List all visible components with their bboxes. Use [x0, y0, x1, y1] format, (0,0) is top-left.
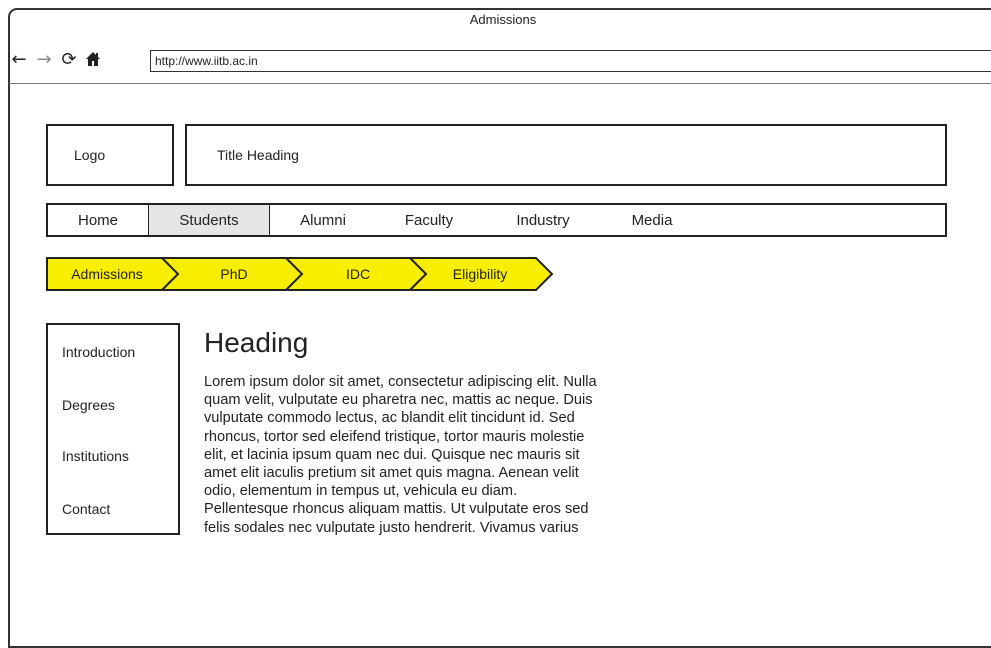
- sidenav-item-contact[interactable]: Contact: [62, 501, 110, 517]
- reload-icon[interactable]: ⟳: [58, 46, 80, 72]
- breadcrumb-item-idc[interactable]: IDC: [300, 257, 416, 291]
- sidenav-item-institutions[interactable]: Institutions: [62, 448, 129, 464]
- window-title: Admissions: [469, 12, 537, 27]
- body-line: Pellentesque rhoncus aliquam mattis. Ut …: [204, 501, 589, 518]
- breadcrumb-item-admissions[interactable]: Admissions: [46, 257, 168, 291]
- home-icon-glyph: [86, 52, 100, 66]
- forward-arrow-icon[interactable]: →: [33, 46, 55, 72]
- body-line: amet elit iaculis pretium sit amet quis …: [204, 465, 579, 482]
- sidenav-item-degrees[interactable]: Degrees: [62, 397, 115, 413]
- back-arrow-icon[interactable]: ←: [10, 46, 30, 72]
- body-line: quam velit, vulputate eu pharetra nec, m…: [204, 392, 593, 409]
- page-title: Title Heading: [185, 124, 947, 186]
- menu-item-alumni[interactable]: Alumni: [270, 205, 376, 235]
- menu-item-students[interactable]: Students: [148, 205, 270, 235]
- side-navigation: Introduction Degrees Institutions Contac…: [46, 323, 180, 535]
- breadcrumb: Admissions PhD IDC Eligibility: [46, 257, 566, 291]
- breadcrumb-item-eligibility[interactable]: Eligibility: [424, 257, 536, 291]
- breadcrumb-item-phd[interactable]: PhD: [176, 257, 292, 291]
- logo[interactable]: Logo: [46, 124, 174, 186]
- page: VENUE Admissions ← → ⟳ http://www.iitb.a…: [0, 0, 991, 648]
- toolbar-divider: [9, 83, 991, 84]
- content-body: Lorem ipsum dolor sit amet, consectetur …: [204, 373, 704, 537]
- menu-item-media[interactable]: Media: [604, 205, 700, 235]
- body-line: rhoncus, tortor sed eleifend tristique, …: [204, 428, 585, 445]
- browser-toolbar: ← → ⟳ http://www.iitb.ac.in: [10, 46, 991, 72]
- main-menu: Home Students Alumni Faculty Industry Me…: [46, 203, 947, 237]
- sidenav-item-introduction[interactable]: Introduction: [62, 344, 135, 360]
- menu-item-home[interactable]: Home: [48, 205, 148, 235]
- body-line: felis sodales nec vulputate justo hendre…: [204, 519, 579, 536]
- url-input[interactable]: http://www.iitb.ac.in: [150, 50, 991, 72]
- menu-item-industry[interactable]: Industry: [482, 205, 604, 235]
- content-heading: Heading: [204, 327, 309, 358]
- menu-item-faculty[interactable]: Faculty: [376, 205, 482, 235]
- home-icon[interactable]: [82, 46, 104, 72]
- body-line: elit, et lacinia ipsum quam nec dui. Qui…: [204, 446, 580, 463]
- body-line: Lorem ipsum dolor sit amet, consectetur …: [204, 374, 597, 390]
- body-line: vulputate commodo lectus, ac blandit eli…: [204, 410, 575, 427]
- body-line: odio, elementum in tempus ut, vehicula e…: [204, 483, 518, 500]
